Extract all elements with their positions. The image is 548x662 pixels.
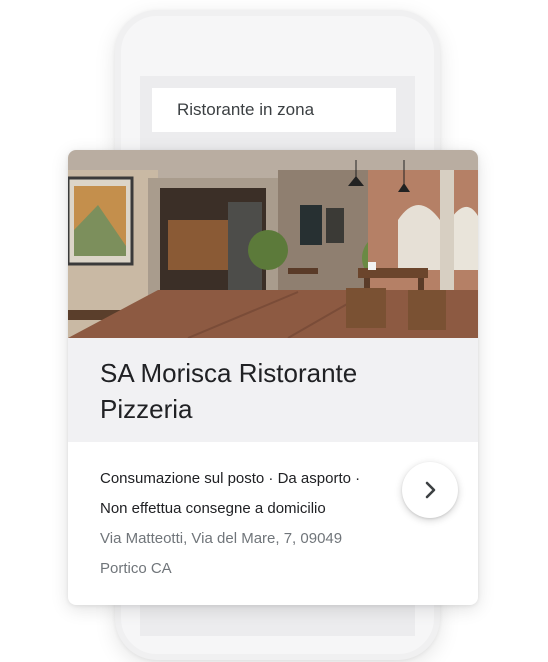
address-line-1: Via Matteotti, Via del Mare, 7, 09049 bbox=[100, 530, 343, 547]
search-query: Ristorante in zona bbox=[177, 100, 315, 119]
services-line-1: Consumazione sul posto · Da asporto · bbox=[100, 470, 361, 487]
services-line-2: Non effettua consegne a domicilio bbox=[100, 500, 326, 517]
next-button[interactable] bbox=[402, 462, 458, 518]
result-card[interactable]: SA Morisca Ristorante Pizzeria Consumazi… bbox=[68, 150, 478, 605]
address-line-2: Portico CA bbox=[100, 560, 172, 577]
search-box[interactable]: Ristorante in zona bbox=[152, 88, 396, 132]
restaurant-details: Consumazione sul posto · Da asporto · No… bbox=[100, 464, 390, 584]
restaurant-photo bbox=[68, 150, 478, 338]
restaurant-name[interactable]: SA Morisca Ristorante Pizzeria bbox=[100, 355, 430, 427]
chevron-right-icon bbox=[425, 481, 436, 499]
